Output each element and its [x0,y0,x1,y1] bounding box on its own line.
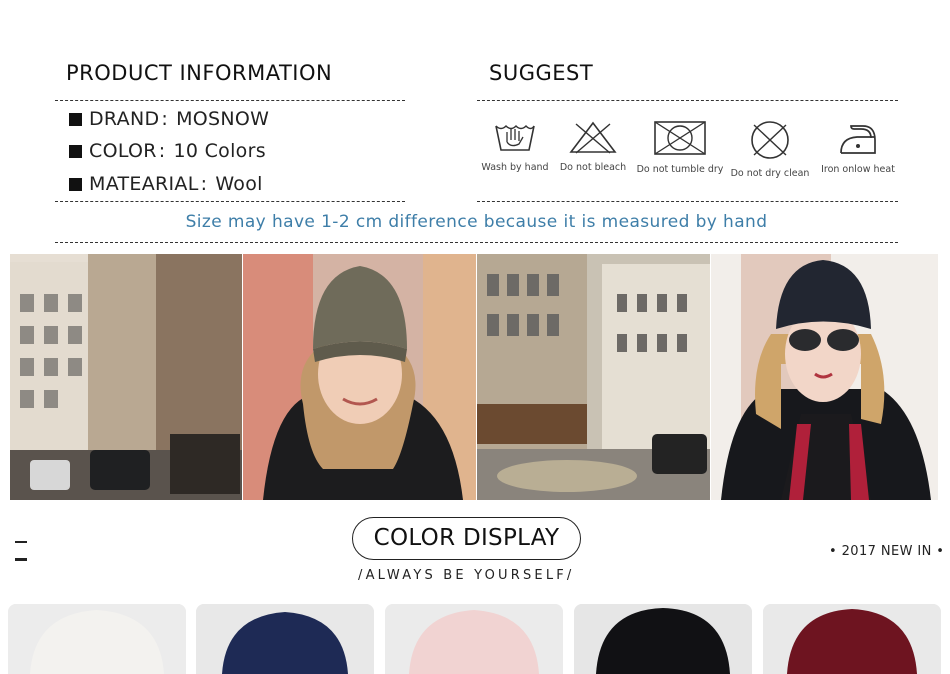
divider [55,242,898,243]
color-display-title: COLOR DISPLAY [352,517,581,560]
suggest-title: SUGGEST [489,61,594,85]
care-label: Do not bleach [559,162,627,173]
divider [55,100,405,101]
new-in-label: 2017 NEW IN [841,544,932,559]
care-do-not-tumble-dry: Do not tumble dry [635,120,725,175]
info-value: 10 Colors [173,140,266,162]
info-colon: : [200,173,208,195]
care-label: Do not tumble dry [636,164,724,175]
info-colon: : [161,108,169,130]
street-photo-left [10,254,242,500]
bullet-square-icon [69,177,82,191]
color-swatch-black[interactable] [574,604,752,674]
care-label: Do not dry clean [730,168,810,179]
dot-icon: • [936,544,945,559]
care-label: Wash by hand [481,162,549,173]
color-swatch-pink[interactable] [385,604,563,674]
color-swatch-white[interactable] [8,604,186,674]
do-not-dry-clean-icon [751,121,789,159]
do-not-tumble-dry-icon [654,121,706,155]
model-photo-navy-beanie [711,254,938,500]
bullet-square-icon [69,112,82,126]
menu-icon[interactable] [15,541,29,563]
divider [55,201,405,202]
color-swatch-burgundy[interactable] [763,604,941,674]
info-colon: : [158,140,166,162]
info-row-material: MATEARIAL : Wool [69,173,263,195]
care-do-not-bleach: Do not bleach [548,120,638,173]
care-wash-by-hand: Wash by hand [470,120,560,173]
care-do-not-dry-clean: Do not dry clean [725,120,815,179]
iron-low-heat-icon [840,125,876,154]
info-label: DRAND [89,108,160,130]
info-value: Wool [215,173,263,195]
do-not-bleach-icon [569,121,617,154]
divider [477,100,898,101]
product-information-title: PRODUCT INFORMATION [66,61,333,85]
color-swatch-navy[interactable] [196,604,374,674]
care-iron-low-heat: Iron onlow heat [813,120,903,175]
tagline: /ALWAYS BE YOURSELF/ [358,568,575,583]
dot-icon: • [829,544,838,559]
model-photo-olive-beanie [243,254,476,500]
divider [477,201,898,202]
new-in-badge: • 2017 NEW IN • [829,544,944,559]
info-value: MOSNOW [176,108,270,130]
info-label: COLOR [89,140,157,162]
street-photo-right [477,254,710,500]
info-row-brand: DRAND : MOSNOW [69,108,269,130]
care-label: Iron onlow heat [821,164,895,175]
bullet-square-icon [69,144,82,158]
size-note: Size may have 1-2 cm difference because … [185,212,768,232]
wash-by-hand-icon [495,125,535,151]
info-row-color: COLOR : 10 Colors [69,140,266,162]
info-label: MATEARIAL [89,173,199,195]
